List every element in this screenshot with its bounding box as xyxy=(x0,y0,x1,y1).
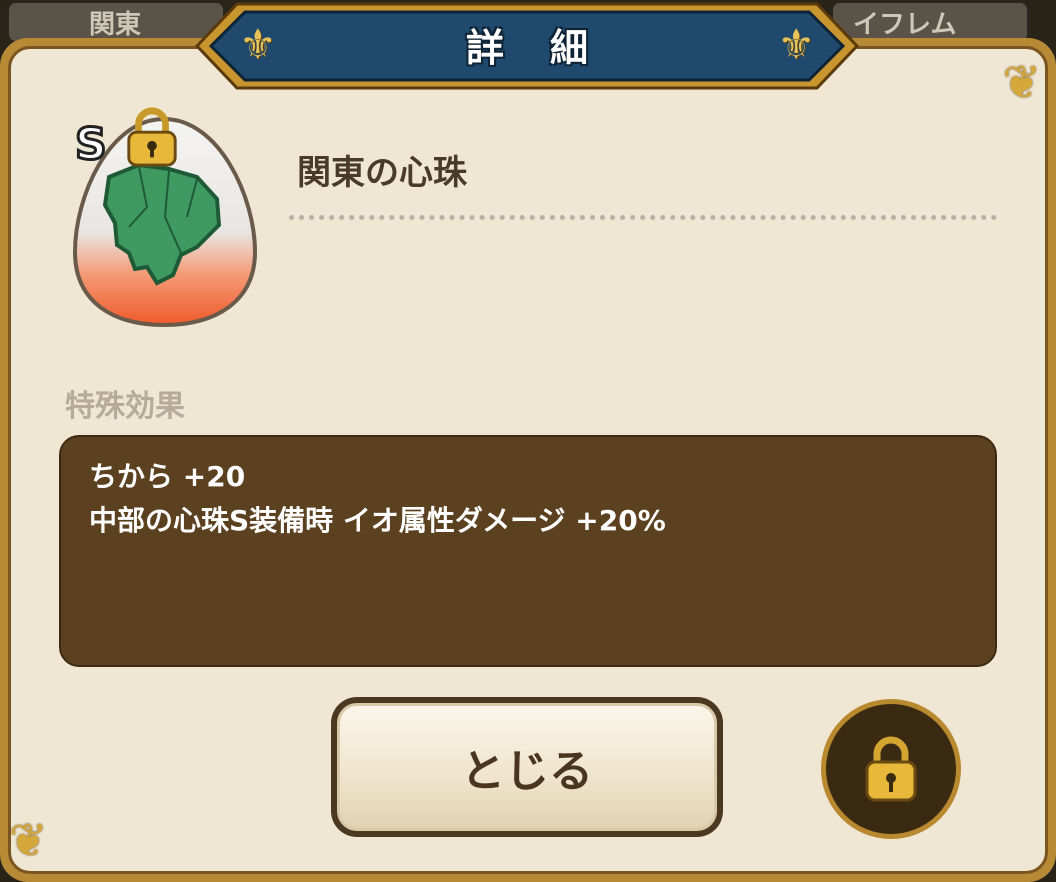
effect-line: ちから +20 xyxy=(89,460,246,493)
item-name: 関東の心珠 xyxy=(297,153,467,193)
effect-box: ちから +20 中部の心珠S装備時 イオ属性ダメージ +20% xyxy=(59,435,997,667)
title-banner: ⚜ ⚜ 詳細 xyxy=(193,0,861,92)
close-button[interactable]: とじる xyxy=(331,697,723,837)
effect-line: 中部の心珠S装備時 イオ属性ダメージ +20% xyxy=(89,504,666,537)
lock-icon xyxy=(127,107,177,167)
tab-ifurem-label: イフレム xyxy=(853,9,957,40)
lock-icon xyxy=(865,736,917,802)
divider xyxy=(289,215,997,220)
lock-toggle-button[interactable] xyxy=(821,699,961,839)
detail-dialog: ❦ ❦ S 関東の心珠 特殊効果 ちから +20 中部の心珠S装備時 イオ属性ダ… xyxy=(0,38,1056,882)
dialog-body: ❦ ❦ S 関東の心珠 特殊効果 ちから +20 中部の心珠S装備時 イオ属性ダ… xyxy=(8,46,1048,874)
close-button-label: とじる xyxy=(337,703,717,831)
corner-ornament-icon: ❦ xyxy=(1002,55,1041,109)
special-effect-label: 特殊効果 xyxy=(65,389,185,424)
tab-kanto-label: 関東 xyxy=(89,9,142,40)
corner-ornament-icon: ❦ xyxy=(9,813,48,867)
rank-badge: S xyxy=(74,118,109,172)
dialog-title: 詳細 xyxy=(465,25,634,70)
